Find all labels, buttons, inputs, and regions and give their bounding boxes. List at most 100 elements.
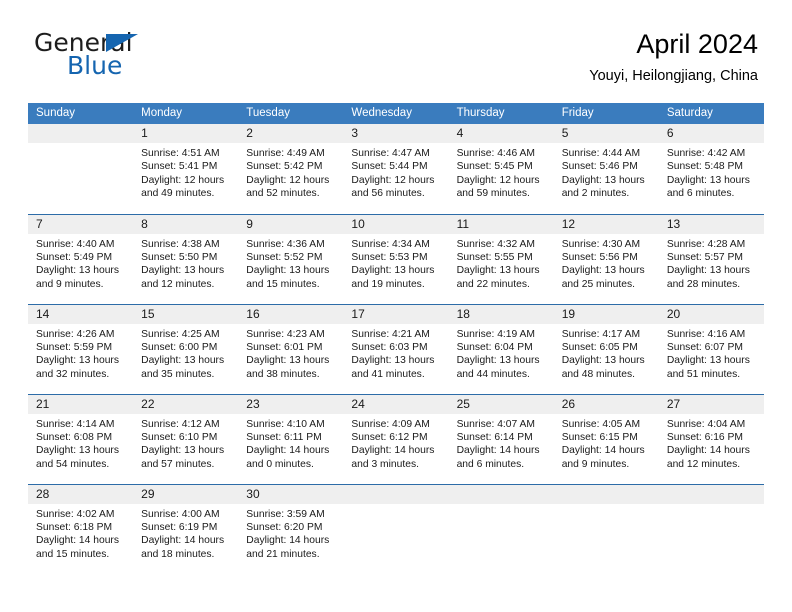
daylight-text-line1: Daylight: 14 hours	[36, 535, 119, 547]
sunset-text: Sunset: 5:48 PM	[666, 161, 743, 173]
brand-logo[interactable]: General Blue	[34, 28, 254, 88]
calendar-day-cell-inner: 14 Sunrise: 4:26 AM Sunset: 5:59 PM Dayligh…	[28, 304, 134, 394]
calendar-day-cell[interactable]: 28 Sunrise: 4:02 AM Sunset: 6:18 PM Dayligh…	[28, 483, 134, 574]
daylight-text-line1: Daylight: 13 hours	[246, 265, 330, 277]
calendar-day-cell-inner: 6 Sunrise: 4:42 AM Sunset: 5:48 PM Daylight…	[658, 124, 764, 214]
day-number: 29	[133, 484, 239, 504]
daylight-text-line2: and 9 minutes.	[561, 458, 630, 470]
daylight-text-line1: Daylight: 13 hours	[141, 445, 225, 457]
daylight-text-line1: Daylight: 12 hours	[141, 174, 225, 186]
calendar-day-cell[interactable]: 25 Sunrise: 4:07 AM Sunset: 6:14 PM Dayligh…	[448, 393, 554, 484]
calendar-day-cell[interactable]: 23 Sunrise: 4:10 AM Sunset: 6:11 PM Dayligh…	[238, 393, 344, 484]
sunset-text: Sunset: 6:08 PM	[36, 431, 113, 443]
day-number: 6	[658, 124, 764, 143]
calendar-day-cell[interactable]: 30 Sunrise: 3:59 AM Sunset: 6:20 PM Dayligh…	[238, 483, 344, 574]
calendar-day-cell-inner: 25 Sunrise: 4:07 AM Sunset: 6:14 PM Dayligh…	[448, 394, 554, 484]
calendar-day-cell[interactable]: 19 Sunrise: 4:17 AM Sunset: 6:05 PM Dayligh…	[553, 303, 659, 394]
calendar-day-cell-inner: 17 Sunrise: 4:21 AM Sunset: 6:03 PM Dayligh…	[343, 304, 449, 394]
calendar-day-cell-inner: 9 Sunrise: 4:36 AM Sunset: 5:52 PM Daylight…	[238, 214, 344, 304]
day-number: 24	[343, 394, 449, 414]
calendar-week-row: 14 Sunrise: 4:26 AM Sunset: 5:59 PM Dayligh…	[28, 303, 764, 394]
calendar-day-cell-inner: 11 Sunrise: 4:32 AM Sunset: 5:55 PM Dayligh…	[448, 214, 554, 304]
day-details: Sunrise: 4:17 AM Sunset: 6:05 PM Daylight:…	[554, 324, 659, 382]
calendar-day-cell-empty	[448, 483, 554, 574]
calendar-day-cell[interactable]: 1 Sunrise: 4:51 AM Sunset: 5:41 PM Daylight…	[133, 124, 239, 214]
day-number	[28, 124, 134, 143]
sunset-text: Sunset: 5:41 PM	[141, 161, 218, 173]
sunset-text: Sunset: 5:53 PM	[351, 251, 428, 263]
day-number: 16	[238, 304, 344, 324]
calendar-day-cell[interactable]: 29 Sunrise: 4:00 AM Sunset: 6:19 PM Dayligh…	[133, 483, 239, 574]
daylight-text-line1: Daylight: 13 hours	[36, 445, 119, 457]
calendar-day-cell[interactable]: 21 Sunrise: 4:14 AM Sunset: 6:08 PM Dayligh…	[28, 393, 134, 484]
calendar-day-cell[interactable]: 15 Sunrise: 4:25 AM Sunset: 6:00 PM Dayligh…	[133, 303, 239, 394]
day-number: 3	[343, 124, 449, 143]
calendar-week-row: 28 Sunrise: 4:02 AM Sunset: 6:18 PM Dayligh…	[28, 483, 764, 574]
daylight-text-line2: and 22 minutes.	[456, 278, 530, 290]
calendar-day-cell[interactable]: 2 Sunrise: 4:49 AM Sunset: 5:42 PM Daylight…	[238, 124, 344, 214]
calendar-day-cell[interactable]: 10 Sunrise: 4:34 AM Sunset: 5:53 PM Dayligh…	[343, 213, 449, 304]
sunset-text: Sunset: 6:00 PM	[141, 341, 218, 353]
sunrise-text: Sunrise: 4:28 AM	[666, 238, 746, 250]
calendar-day-cell[interactable]: 12 Sunrise: 4:30 AM Sunset: 5:56 PM Dayligh…	[553, 213, 659, 304]
day-details: Sunrise: 4:25 AM Sunset: 6:00 PM Daylight:…	[133, 324, 238, 382]
sunrise-text: Sunrise: 4:16 AM	[666, 328, 746, 340]
sunrise-text: Sunrise: 4:07 AM	[456, 418, 535, 430]
calendar-day-cell[interactable]: 18 Sunrise: 4:19 AM Sunset: 6:04 PM Dayligh…	[448, 303, 554, 394]
sunrise-text: Sunrise: 4:40 AM	[36, 238, 115, 250]
day-details: Sunrise: 4:30 AM Sunset: 5:56 PM Daylight:…	[554, 234, 659, 292]
day-number: 8	[133, 214, 239, 234]
calendar-day-cell-inner: 24 Sunrise: 4:09 AM Sunset: 6:12 PM Dayligh…	[343, 394, 449, 484]
sunrise-text: Sunrise: 4:44 AM	[561, 148, 641, 159]
calendar-day-cell[interactable]: 24 Sunrise: 4:09 AM Sunset: 6:12 PM Dayligh…	[343, 393, 449, 484]
calendar-day-cell[interactable]: 16 Sunrise: 4:23 AM Sunset: 6:01 PM Dayligh…	[238, 303, 344, 394]
calendar-week-row: 21 Sunrise: 4:14 AM Sunset: 6:08 PM Dayligh…	[28, 393, 764, 484]
sunrise-text: Sunrise: 4:47 AM	[351, 148, 430, 159]
calendar-day-cell-inner: 5 Sunrise: 4:44 AM Sunset: 5:46 PM Daylight…	[553, 124, 659, 214]
daylight-text-line1: Daylight: 13 hours	[141, 265, 225, 277]
calendar-day-cell[interactable]: 9 Sunrise: 4:36 AM Sunset: 5:52 PM Daylight…	[238, 213, 344, 304]
day-number: 21	[28, 394, 134, 414]
calendar-day-cell[interactable]: 4 Sunrise: 4:46 AM Sunset: 5:45 PM Daylight…	[448, 124, 554, 214]
weekday-header-thursday: Thursday	[448, 103, 554, 124]
sunrise-text: Sunrise: 4:36 AM	[246, 238, 325, 250]
daylight-text-line2: and 18 minutes.	[141, 548, 215, 560]
daylight-text-line1: Daylight: 13 hours	[246, 355, 330, 367]
day-number: 19	[553, 304, 659, 324]
day-details: Sunrise: 4:09 AM Sunset: 6:12 PM Daylight:…	[343, 414, 448, 472]
calendar-header-row: Sunday Monday Tuesday Wednesday Thursday…	[28, 103, 764, 124]
calendar-day-cell-inner: 12 Sunrise: 4:30 AM Sunset: 5:56 PM Dayligh…	[553, 214, 659, 304]
sunrise-text: Sunrise: 4:04 AM	[666, 418, 746, 430]
calendar-day-cell[interactable]: 13 Sunrise: 4:28 AM Sunset: 5:57 PM Dayligh…	[658, 213, 764, 304]
sunrise-text: Sunrise: 4:02 AM	[36, 508, 115, 520]
calendar-day-cell[interactable]: 14 Sunrise: 4:26 AM Sunset: 5:59 PM Dayligh…	[28, 303, 134, 394]
calendar-day-cell[interactable]: 26 Sunrise: 4:05 AM Sunset: 6:15 PM Dayligh…	[553, 393, 659, 484]
calendar-day-cell[interactable]: 17 Sunrise: 4:21 AM Sunset: 6:03 PM Dayligh…	[343, 303, 449, 394]
calendar-day-cell[interactable]: 27 Sunrise: 4:04 AM Sunset: 6:16 PM Dayligh…	[658, 393, 764, 484]
weekday-header-sunday: Sunday	[28, 103, 134, 124]
sunset-text: Sunset: 6:20 PM	[246, 521, 323, 533]
daylight-text-line2: and 41 minutes.	[351, 368, 425, 380]
calendar-day-cell[interactable]: 20 Sunrise: 4:16 AM Sunset: 6:07 PM Dayligh…	[658, 303, 764, 394]
day-number: 23	[238, 394, 344, 414]
sunrise-text: Sunrise: 4:23 AM	[246, 328, 325, 340]
calendar-day-cell[interactable]: 11 Sunrise: 4:32 AM Sunset: 5:55 PM Dayligh…	[448, 213, 554, 304]
day-details: Sunrise: 4:46 AM Sunset: 5:45 PM Daylight:…	[449, 143, 554, 201]
daylight-text-line1: Daylight: 14 hours	[141, 535, 225, 547]
day-details: Sunrise: 4:02 AM Sunset: 6:18 PM Daylight:…	[28, 504, 133, 562]
calendar-day-cell[interactable]: 22 Sunrise: 4:12 AM Sunset: 6:10 PM Dayligh…	[133, 393, 239, 484]
calendar-day-cell[interactable]: 8 Sunrise: 4:38 AM Sunset: 5:50 PM Daylight…	[133, 213, 239, 304]
weekday-header-monday: Monday	[133, 103, 239, 124]
day-details: Sunrise: 4:21 AM Sunset: 6:03 PM Daylight:…	[343, 324, 448, 382]
daylight-text-line2: and 21 minutes.	[246, 548, 320, 560]
sunset-text: Sunset: 5:57 PM	[666, 251, 743, 263]
weekday-header-wednesday: Wednesday	[343, 103, 449, 124]
calendar-day-cell[interactable]: 5 Sunrise: 4:44 AM Sunset: 5:46 PM Daylight…	[553, 124, 659, 214]
calendar-day-cell[interactable]: 7 Sunrise: 4:40 AM Sunset: 5:49 PM Daylight…	[28, 213, 134, 304]
calendar-day-cell[interactable]: 6 Sunrise: 4:42 AM Sunset: 5:48 PM Daylight…	[658, 124, 764, 214]
sunrise-text: Sunrise: 4:05 AM	[561, 418, 641, 430]
daylight-text-line1: Daylight: 14 hours	[456, 445, 540, 457]
calendar-day-cell[interactable]: 3 Sunrise: 4:47 AM Sunset: 5:44 PM Daylight…	[343, 124, 449, 214]
day-number: 5	[553, 124, 659, 143]
daylight-text-line2: and 56 minutes.	[351, 188, 425, 200]
